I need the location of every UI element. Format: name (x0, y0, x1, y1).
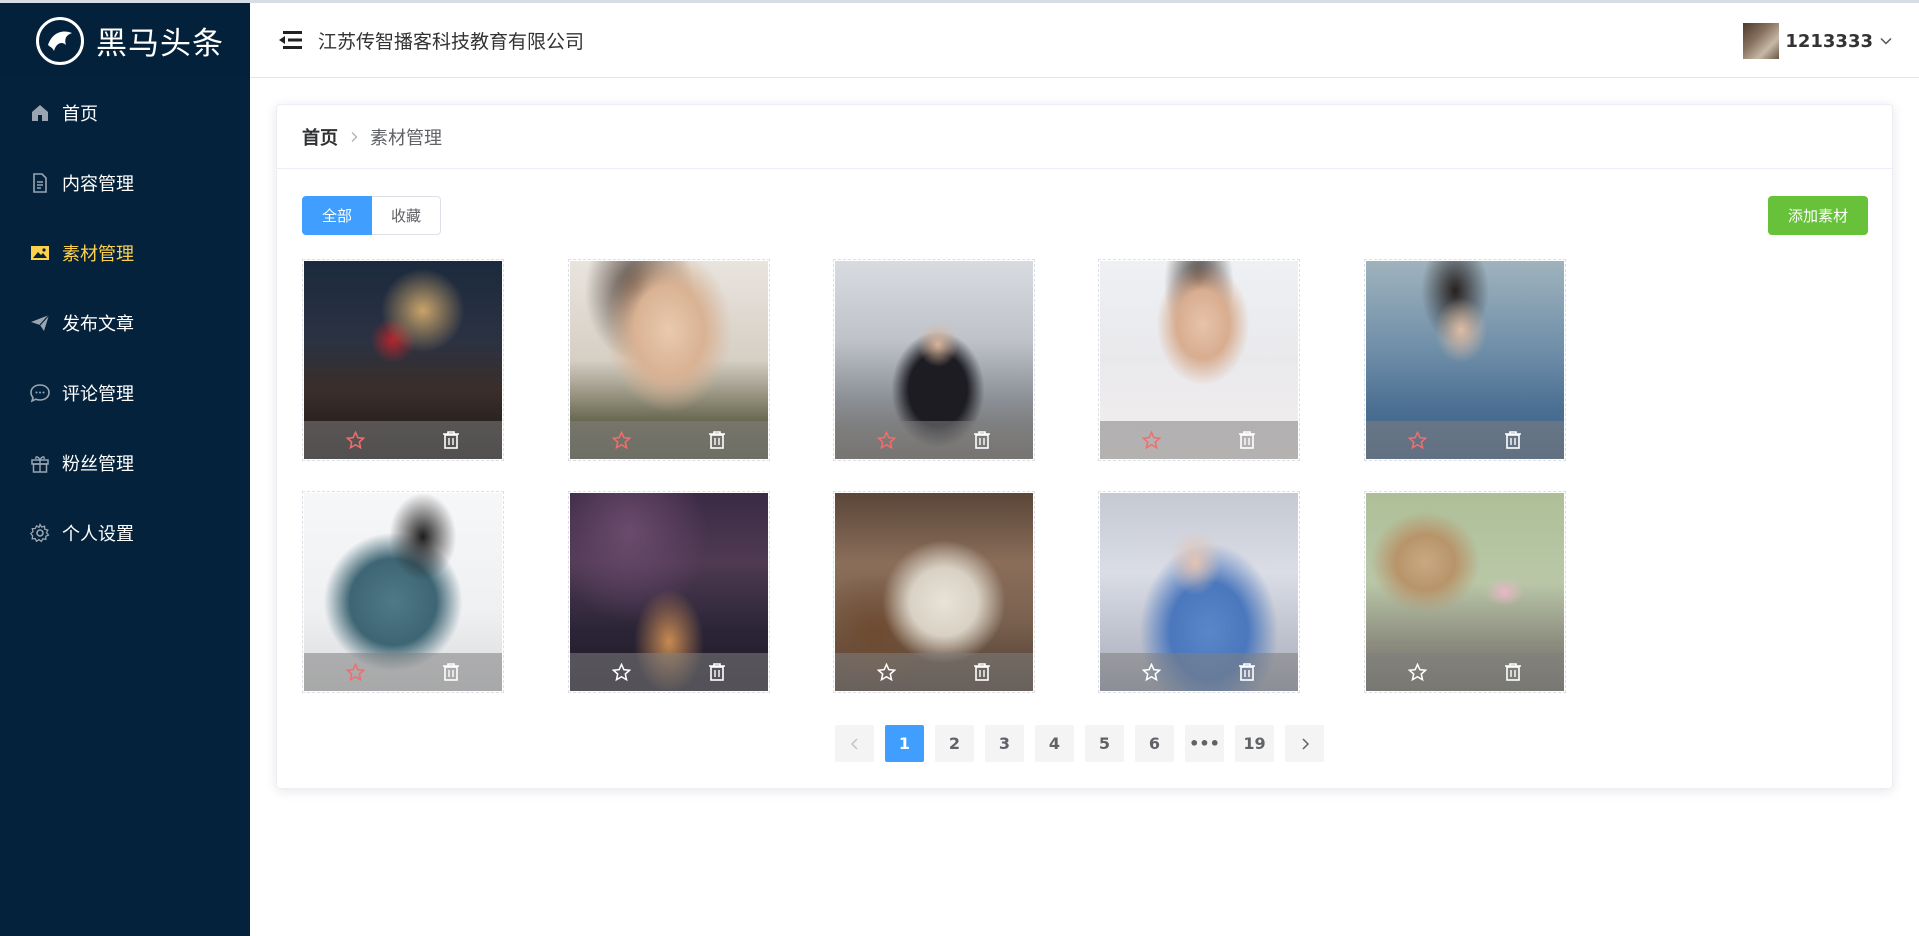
horse-logo-icon (36, 16, 84, 65)
logo-bar: 黑马头条 (0, 0, 250, 78)
gift-icon (30, 453, 50, 473)
material-actions (570, 653, 768, 691)
star-icon[interactable] (1408, 431, 1427, 450)
company-name: 江苏传智播客科技教育有限公司 (318, 30, 585, 53)
material-card[interactable] (1364, 491, 1566, 693)
more-pages-button[interactable]: ••• (1185, 725, 1224, 762)
pagination: 1 2 3 4 5 6 ••• 19 (277, 725, 1892, 762)
material-card[interactable] (302, 259, 504, 461)
material-card[interactable] (1098, 259, 1300, 461)
material-card[interactable] (1098, 491, 1300, 693)
page-button[interactable]: 1 (885, 725, 924, 762)
trash-icon[interactable] (1238, 430, 1256, 450)
star-icon[interactable] (877, 431, 896, 450)
sidebar-item-label: 个人设置 (62, 524, 134, 545)
material-actions (1100, 653, 1298, 691)
star-icon[interactable] (346, 663, 365, 682)
star-icon[interactable] (612, 431, 631, 450)
material-card[interactable] (1364, 259, 1566, 461)
sidebar-item-label: 内容管理 (62, 174, 134, 195)
material-actions (1366, 653, 1564, 691)
page-button[interactable]: 6 (1135, 725, 1174, 762)
sidebar-item-label: 素材管理 (62, 244, 134, 265)
star-icon[interactable] (1142, 431, 1161, 450)
sidebar-item-comments[interactable]: 评论管理 (0, 358, 250, 428)
logo-text: 黑马头条 (96, 26, 224, 62)
sidebar: 黑马头条 首页 内容管理 素材管理 发布文章 评论管理 粉丝管理 个人设置 (0, 0, 250, 936)
page-button[interactable]: 19 (1235, 725, 1274, 762)
material-actions (835, 653, 1033, 691)
material-card[interactable] (833, 491, 1035, 693)
sidebar-item-home[interactable]: 首页 (0, 78, 250, 148)
comment-icon (30, 383, 50, 403)
trash-icon[interactable] (708, 662, 726, 682)
star-icon[interactable] (1142, 663, 1161, 682)
material-card[interactable] (302, 491, 504, 693)
material-actions (1366, 421, 1564, 459)
chevron-down-icon (1880, 37, 1892, 45)
sidebar-item-label: 评论管理 (62, 384, 134, 405)
sidebar-item-label: 发布文章 (62, 314, 134, 335)
page-button[interactable]: 2 (935, 725, 974, 762)
material-actions (304, 653, 502, 691)
user-menu[interactable]: 1213333 (1743, 23, 1893, 59)
material-card[interactable] (568, 259, 770, 461)
next-page-button[interactable] (1285, 725, 1324, 762)
tab-all[interactable]: 全部 (302, 196, 373, 235)
image-icon (30, 243, 50, 263)
send-icon (30, 313, 50, 333)
page-button[interactable]: 5 (1085, 725, 1124, 762)
star-icon[interactable] (612, 663, 631, 682)
add-material-button[interactable]: 添加素材 (1768, 196, 1868, 235)
username: 1213333 (1785, 30, 1873, 52)
materials-card: 首页 素材管理 全部 收藏 添加素材 1 2 3 4 5 6 ••• 19 (276, 104, 1893, 789)
trash-icon[interactable] (708, 430, 726, 450)
trash-icon[interactable] (1238, 662, 1256, 682)
material-actions (835, 421, 1033, 459)
top-header: 江苏传智播客科技教育有限公司 1213333 (250, 0, 1919, 78)
star-icon[interactable] (346, 431, 365, 450)
page-button[interactable]: 4 (1035, 725, 1074, 762)
trash-icon[interactable] (973, 662, 991, 682)
breadcrumb-current: 素材管理 (370, 127, 442, 149)
avatar (1743, 23, 1780, 59)
chevron-right-icon (351, 131, 358, 142)
trash-icon[interactable] (1504, 430, 1522, 450)
material-actions (570, 421, 768, 459)
home-icon (30, 103, 50, 123)
sidebar-item-label: 粉丝管理 (62, 454, 134, 475)
material-card[interactable] (833, 259, 1035, 461)
star-icon[interactable] (1408, 663, 1427, 682)
sidebar-item-publish[interactable]: 发布文章 (0, 288, 250, 358)
chevron-right-icon (1301, 737, 1309, 750)
document-icon (30, 173, 50, 193)
sidebar-item-fans[interactable]: 粉丝管理 (0, 428, 250, 498)
chevron-left-icon (850, 737, 858, 750)
trash-icon[interactable] (442, 662, 460, 682)
trash-icon[interactable] (1504, 662, 1522, 682)
trash-icon[interactable] (442, 430, 460, 450)
toolbar: 全部 收藏 添加素材 (277, 169, 1892, 249)
breadcrumb: 首页 素材管理 (277, 105, 1892, 169)
sidebar-item-materials[interactable]: 素材管理 (0, 218, 250, 288)
sidebar-item-settings[interactable]: 个人设置 (0, 498, 250, 568)
star-icon[interactable] (877, 663, 896, 682)
sidebar-menu: 首页 内容管理 素材管理 发布文章 评论管理 粉丝管理 个人设置 (0, 78, 250, 568)
settings-icon (30, 523, 50, 543)
trash-icon[interactable] (973, 430, 991, 450)
menu-fold-icon[interactable] (278, 29, 304, 51)
material-actions (1100, 421, 1298, 459)
sidebar-item-label: 首页 (62, 104, 98, 125)
filter-tabs: 全部 收藏 (302, 196, 442, 235)
page-button[interactable]: 3 (985, 725, 1024, 762)
breadcrumb-home[interactable]: 首页 (302, 124, 338, 150)
material-actions (304, 421, 502, 459)
material-card[interactable] (568, 491, 770, 693)
sidebar-item-content[interactable]: 内容管理 (0, 148, 250, 218)
tab-collected[interactable]: 收藏 (372, 196, 442, 235)
prev-page-button[interactable] (835, 725, 874, 762)
